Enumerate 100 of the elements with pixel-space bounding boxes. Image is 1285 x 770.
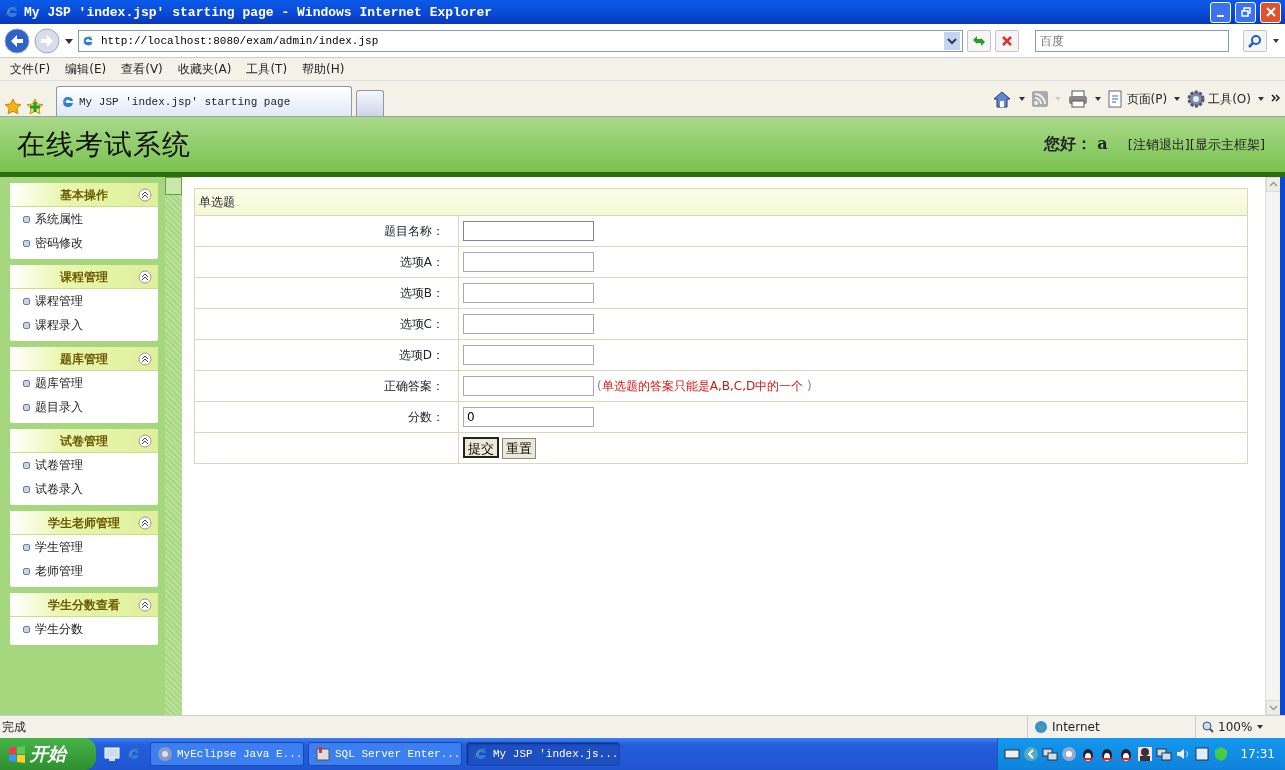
taskbar-button[interactable]: MyEclipse Java E...	[150, 742, 304, 766]
command-menu[interactable]: 页面(P)	[1107, 89, 1168, 108]
bullet-icon	[23, 625, 30, 633]
command-menu[interactable]: 工具(O)	[1187, 89, 1251, 108]
input-field[interactable]	[463, 221, 594, 241]
collapse-icon[interactable]	[138, 598, 152, 612]
search-field[interactable]: 百度	[1035, 29, 1229, 52]
browser-icon	[473, 746, 489, 762]
field-label: 选项C：	[399, 317, 444, 331]
input-field[interactable]	[463, 252, 594, 272]
new-tab-button[interactable]	[356, 90, 384, 116]
input-field[interactable]	[463, 376, 594, 396]
network-icon[interactable]	[1042, 746, 1059, 762]
gear-icon	[1187, 89, 1206, 108]
printer-icon[interactable]	[1067, 89, 1088, 108]
sidebar-link[interactable]: 课程录入	[35, 316, 83, 334]
collapse-icon[interactable]	[138, 352, 152, 366]
dropdown-icon[interactable]	[944, 31, 960, 50]
bullet-icon	[23, 297, 30, 305]
panel-title: 学生分数查看	[48, 596, 120, 614]
menu-item[interactable]: 查看(V)	[115, 60, 169, 78]
refresh-button[interactable]	[967, 29, 991, 52]
panel-title: 题库管理	[60, 350, 108, 368]
input-field[interactable]	[463, 314, 594, 334]
home-icon[interactable]	[991, 89, 1012, 108]
dropdown-icon[interactable]	[1256, 723, 1265, 731]
database-icon	[315, 746, 331, 762]
window-title: My JSP 'index.jsp' starting page - Windows Internet Explorer	[24, 4, 494, 20]
bullet-icon	[23, 403, 30, 411]
form-button[interactable]: 提交	[463, 437, 499, 458]
panel-title: 试卷管理	[60, 432, 108, 450]
page-icon	[60, 93, 76, 110]
header-link[interactable]: [显示主框架]	[1189, 134, 1265, 155]
back-button[interactable]	[4, 27, 30, 54]
collapse-icon[interactable]	[138, 188, 152, 202]
bullet-icon	[23, 567, 30, 575]
stop-button[interactable]	[995, 29, 1019, 52]
keyboard-icon[interactable]	[1004, 746, 1021, 762]
sidebar-link[interactable]: 学生分数	[35, 620, 83, 638]
chevron-icon[interactable]	[1271, 93, 1281, 104]
sidebar-link[interactable]: 密码修改	[35, 234, 83, 252]
clock: 17:31	[1240, 746, 1275, 763]
site-title: 在线考试系统	[17, 126, 191, 163]
close-button[interactable]	[1260, 1, 1281, 23]
close-icon	[1001, 34, 1013, 47]
sidebar-link[interactable]: 试卷录入	[35, 480, 83, 498]
scrollbar[interactable]	[1265, 177, 1280, 715]
input-field[interactable]: 0	[463, 407, 594, 427]
input-field[interactable]	[463, 283, 594, 303]
menu-item[interactable]: 帮助(H)	[296, 60, 351, 78]
sidebar-link[interactable]: 题库管理	[35, 374, 83, 392]
dropdown-icon[interactable]	[1017, 94, 1026, 103]
sidebar-link[interactable]: 试卷管理	[35, 456, 83, 474]
page-icon	[81, 33, 95, 48]
dropdown-icon[interactable]	[1093, 94, 1102, 103]
search-button[interactable]	[1243, 29, 1267, 52]
sidebar-link[interactable]: 课程管理	[35, 292, 83, 310]
tray-app-icon[interactable]	[1061, 746, 1078, 762]
header-link[interactable]: [注销退出]	[1127, 134, 1190, 155]
sidebar-link[interactable]: 系统属性	[35, 210, 83, 228]
restore-icon	[1240, 7, 1251, 17]
collapse-icon[interactable]	[138, 434, 152, 448]
field-label: 正确答案：	[384, 379, 444, 393]
greeting: 您好： a	[1043, 134, 1108, 155]
panel-title: 课程管理	[60, 268, 108, 286]
menu-item[interactable]: 收藏夹(A)	[171, 60, 238, 78]
taskbar-button[interactable]: SQL Server Enter...	[308, 742, 462, 766]
dropdown-icon	[1053, 94, 1062, 103]
menu-item[interactable]: 工具(T)	[240, 60, 294, 78]
bullet-icon	[23, 321, 30, 329]
network-icon[interactable]	[1156, 746, 1173, 762]
collapse-icon[interactable]	[138, 270, 152, 284]
restore-button[interactable]	[1235, 1, 1256, 23]
address-bar[interactable]: http://localhost:8080/exam/admin/index.jsp	[78, 29, 963, 52]
tray-app-icon[interactable]	[1194, 746, 1211, 762]
sidebar-link[interactable]: 学生管理	[35, 538, 83, 556]
menu-item[interactable]: 编辑(E)	[59, 60, 113, 78]
minimize-icon	[1217, 15, 1224, 17]
close-icon	[1265, 7, 1276, 17]
collapse-icon[interactable]	[138, 516, 152, 530]
dropdown-icon[interactable]	[1257, 94, 1265, 103]
dropdown-icon[interactable]	[1173, 94, 1182, 103]
sidebar-link[interactable]: 题目录入	[35, 398, 83, 416]
field-label: 分数：	[408, 410, 444, 424]
bullet-icon	[23, 379, 30, 387]
bullet-icon	[23, 215, 30, 223]
browser-tab[interactable]: My JSP 'index.jsp' starting page	[56, 86, 352, 116]
desktop-icon[interactable]	[104, 746, 120, 762]
avatar-icon[interactable]	[1137, 746, 1154, 762]
field-label: 选项B：	[399, 286, 444, 300]
status-text: 完成	[1, 719, 27, 736]
form-button[interactable]: 重置	[502, 438, 536, 459]
minimize-button[interactable]	[1210, 1, 1231, 23]
sidebar-link[interactable]: 老师管理	[35, 562, 83, 580]
bullet-icon	[23, 485, 30, 493]
input-field[interactable]	[463, 345, 594, 365]
taskbar-button[interactable]: My JSP 'index.js...	[466, 742, 620, 766]
add-favorite-icon[interactable]	[26, 98, 44, 116]
menu-item[interactable]: 文件(F)	[4, 60, 57, 78]
favorites-star-icon[interactable]	[4, 98, 22, 116]
